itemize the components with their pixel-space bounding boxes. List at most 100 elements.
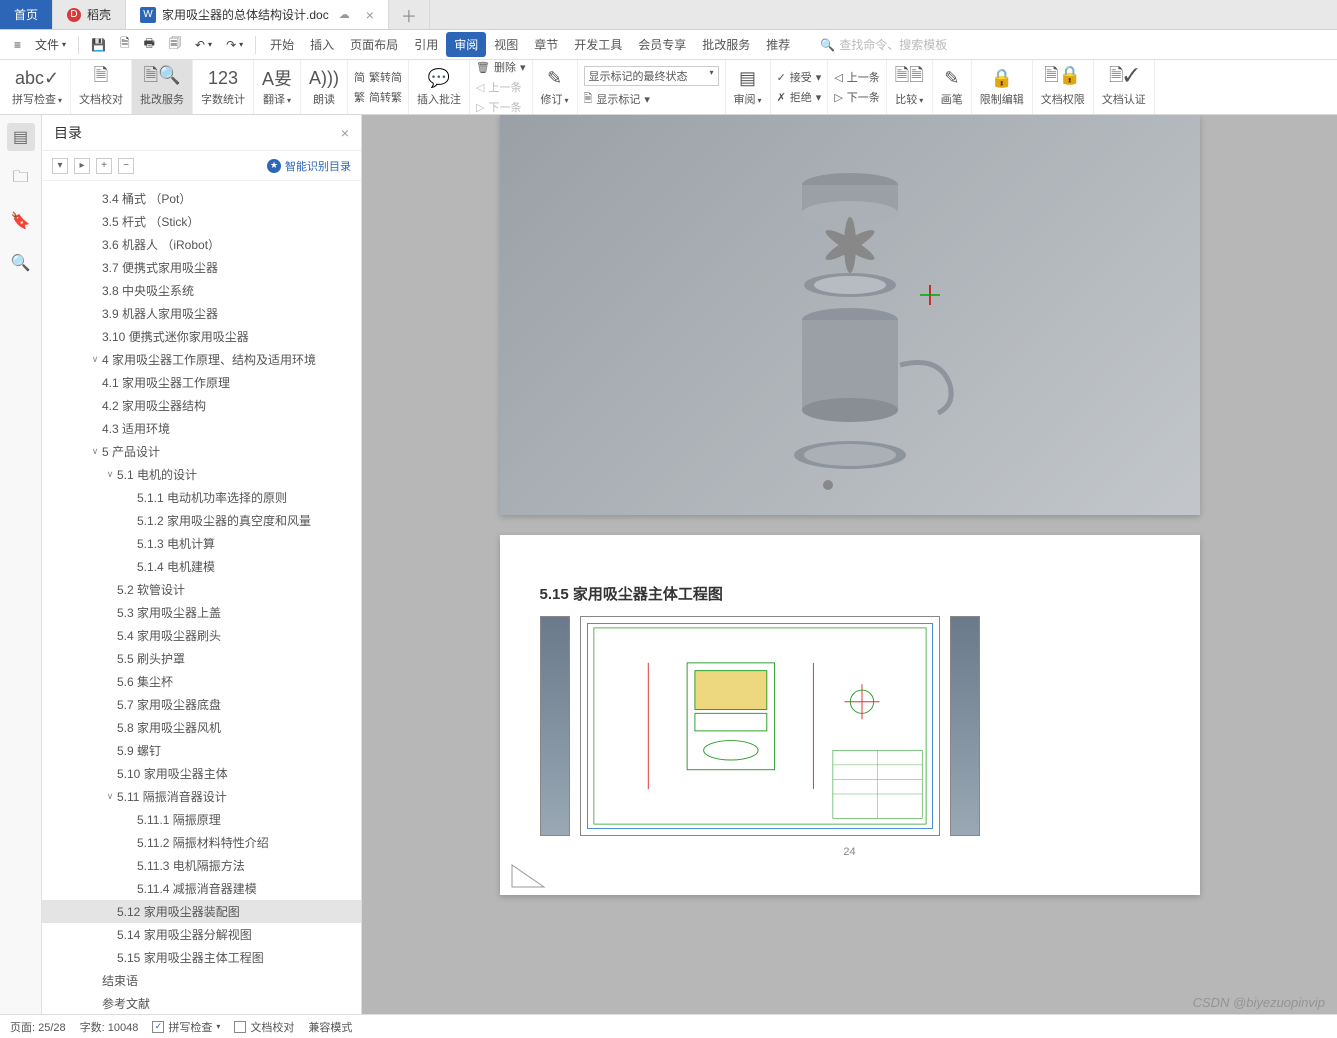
toc-item[interactable]: 3.5 杆式 （Stick）	[42, 210, 361, 233]
chevron-down-icon[interactable]: ∨	[103, 791, 117, 802]
toc-item[interactable]: 5.9 螺钉	[42, 739, 361, 762]
tab-document[interactable]: W 家用吸尘器的总体结构设计.doc ☁ ×	[126, 0, 389, 29]
chevron-down-icon[interactable]: ∨	[88, 446, 102, 457]
status-wordcount[interactable]: 字数: 10048	[80, 1019, 139, 1035]
toc-item[interactable]: 4.3 适用环境	[42, 417, 361, 440]
toc-item[interactable]: 5.11.1 隔振原理	[42, 808, 361, 831]
toc-item[interactable]: ∨5.11 隔振消音器设计	[42, 785, 361, 808]
ribbon-spellcheck[interactable]: abc✓拼写检查▾	[4, 60, 71, 114]
tab-daoke[interactable]: D稻壳	[53, 0, 126, 29]
toc-item[interactable]: 5.14 家用吸尘器分解视图	[42, 923, 361, 946]
toc-item[interactable]: 4.1 家用吸尘器工作原理	[42, 371, 361, 394]
toc-item[interactable]: 3.10 便携式迷你家用吸尘器	[42, 325, 361, 348]
ribbon-tab-3[interactable]: 引用	[406, 32, 446, 57]
qat-export[interactable]: 🗐	[163, 30, 187, 59]
qat-redo[interactable]: ↷▾	[220, 34, 249, 56]
document-canvas[interactable]: 5.15 家用吸尘器主体工程图	[362, 115, 1337, 1014]
toc-item[interactable]: 5.4 家用吸尘器刷头	[42, 624, 361, 647]
ribbon-compare[interactable]: 🗎🗎比较▾	[887, 60, 933, 114]
ribbon-show-marks[interactable]: 🗎显示标记▾	[584, 89, 719, 110]
ribbon-markup-service[interactable]: 🗎🔍批改服务	[132, 60, 193, 114]
nav-outline-button[interactable]: ▤	[7, 123, 35, 151]
status-proof[interactable]: 文档校对	[234, 1019, 294, 1035]
ribbon-tab-7[interactable]: 开发工具	[566, 32, 630, 57]
toc-item[interactable]: 5.10 家用吸尘器主体	[42, 762, 361, 785]
ribbon-tab-5[interactable]: 视图	[486, 32, 526, 57]
toc-item[interactable]: 5.5 刷头护罩	[42, 647, 361, 670]
toc-item[interactable]: 结束语	[42, 969, 361, 992]
toc-item[interactable]: 5.6 集尘杯	[42, 670, 361, 693]
ribbon-review-pane[interactable]: ▤审阅▾	[726, 60, 771, 114]
ribbon-brush[interactable]: ✎画笔	[933, 60, 972, 114]
toc-close-button[interactable]: ×	[341, 125, 349, 141]
toc-item[interactable]: 3.8 中央吸尘系统	[42, 279, 361, 302]
status-spellcheck[interactable]: ✓拼写检查 ▾	[152, 1019, 220, 1035]
toc-item[interactable]: 参考文献	[42, 992, 361, 1014]
toc-item[interactable]: 5.1.3 电机计算	[42, 532, 361, 555]
qat-save[interactable]: 💾	[85, 34, 112, 56]
toc-item[interactable]: 5.11.2 隔振材料特性介绍	[42, 831, 361, 854]
ribbon-tab-6[interactable]: 章节	[526, 32, 566, 57]
toc-item[interactable]: 3.7 便携式家用吸尘器	[42, 256, 361, 279]
nav-bookmark-button[interactable]: 🔖	[7, 207, 35, 235]
status-compat-mode[interactable]: 兼容模式	[308, 1019, 352, 1035]
ribbon-tab-4[interactable]: 审阅	[446, 32, 486, 57]
ribbon-tab-10[interactable]: 推荐	[758, 32, 798, 57]
qat-print[interactable]: 🖶	[138, 30, 161, 59]
ribbon-accept[interactable]: ✓接受▾	[777, 68, 822, 86]
toc-item[interactable]: 5.11.3 电机隔振方法	[42, 854, 361, 877]
ribbon-tab-1[interactable]: 插入	[302, 32, 342, 57]
toc-list[interactable]: 3.4 桶式 （Pot）3.5 杆式 （Stick）3.6 机器人 （iRobo…	[42, 181, 361, 1014]
toc-item[interactable]: 5.1.2 家用吸尘器的真空度和风量	[42, 509, 361, 532]
menu-file[interactable]: 文件▾	[29, 32, 72, 57]
ribbon-next-change[interactable]: ▷下一条	[834, 88, 879, 106]
ribbon-reject[interactable]: ✗拒绝▾	[777, 88, 822, 106]
chevron-down-icon[interactable]: ∨	[88, 354, 102, 365]
toc-item[interactable]: 5.12 家用吸尘器装配图	[42, 900, 361, 923]
toc-item[interactable]: ∨4 家用吸尘器工作原理、结构及适用环境	[42, 348, 361, 371]
toc-item[interactable]: 4.2 家用吸尘器结构	[42, 394, 361, 417]
ribbon-to-traditional[interactable]: 繁简转繁	[354, 88, 402, 106]
search-box[interactable]: 🔍 查找命令、搜索模板	[820, 36, 947, 53]
toc-item[interactable]: 5.15 家用吸尘器主体工程图	[42, 946, 361, 969]
tab-home[interactable]: 首页	[0, 0, 53, 29]
ribbon-wordcount[interactable]: 123字数统计	[193, 60, 254, 114]
toc-item[interactable]: 5.7 家用吸尘器底盘	[42, 693, 361, 716]
ribbon-doc-proof[interactable]: 🗎文档校对	[71, 60, 132, 114]
toc-demote[interactable]: −	[118, 158, 134, 174]
toc-item[interactable]: 5.2 软管设计	[42, 578, 361, 601]
toc-item[interactable]: 5.3 家用吸尘器上盖	[42, 601, 361, 624]
ribbon-prev-comment[interactable]: ◁上一条	[476, 78, 526, 96]
toc-smart-recognize[interactable]: ★智能识别目录	[267, 158, 351, 174]
ribbon-insert-comment[interactable]: 💬插入批注	[409, 60, 470, 114]
ribbon-tab-9[interactable]: 批改服务	[694, 32, 758, 57]
nav-search-button[interactable]: 🔍	[7, 249, 35, 277]
tab-add[interactable]: ＋	[389, 0, 430, 29]
ribbon-translate[interactable]: A㚻翻译▾	[254, 60, 301, 114]
toc-item[interactable]: 5.1.4 电机建模	[42, 555, 361, 578]
toc-item[interactable]: ∨5.1 电机的设计	[42, 463, 361, 486]
ribbon-doc-cert[interactable]: 🗎✓文档认证	[1094, 60, 1155, 114]
toc-item[interactable]: ∨5 产品设计	[42, 440, 361, 463]
toc-expand-all[interactable]: ▾	[52, 158, 68, 174]
ribbon-to-simplified[interactable]: 简繁转简	[354, 68, 402, 86]
ribbon-restrict-edit[interactable]: 🔒限制编辑	[972, 60, 1033, 114]
toc-item[interactable]: 5.8 家用吸尘器风机	[42, 716, 361, 739]
ribbon-delete-comment[interactable]: 🗑删除▾	[476, 58, 526, 76]
toc-collapse-all[interactable]: ▸	[74, 158, 90, 174]
ribbon-doc-perms[interactable]: 🗎🔒文档权限	[1033, 60, 1094, 114]
ribbon-prev-change[interactable]: ◁上一条	[834, 68, 879, 86]
ribbon-tab-8[interactable]: 会员专享	[630, 32, 694, 57]
qat-undo[interactable]: ↶▾	[189, 34, 218, 56]
ribbon-tab-0[interactable]: 开始	[262, 32, 302, 57]
ribbon-display-state[interactable]: 显示标记的最终状态 ▾	[584, 65, 719, 87]
qat-print-preview[interactable]: 🗎	[114, 30, 136, 59]
toc-item[interactable]: 3.6 机器人 （iRobot）	[42, 233, 361, 256]
toc-item[interactable]: 3.9 机器人家用吸尘器	[42, 302, 361, 325]
ribbon-next-comment[interactable]: ▷下一条	[476, 98, 526, 116]
chevron-down-icon[interactable]: ∨	[103, 469, 117, 480]
ribbon-track-changes[interactable]: ✎修订▾	[533, 60, 578, 114]
toc-promote[interactable]: +	[96, 158, 112, 174]
tab-close-button[interactable]: ×	[366, 7, 374, 23]
toc-item[interactable]: 5.1.1 电动机功率选择的原则	[42, 486, 361, 509]
